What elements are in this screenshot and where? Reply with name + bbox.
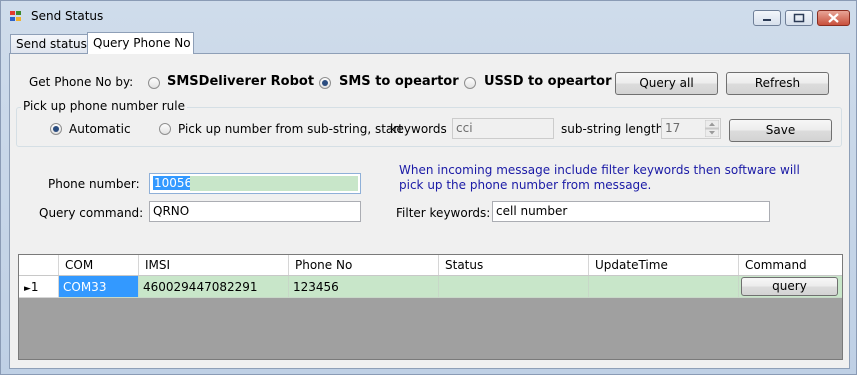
close-icon: [828, 13, 839, 23]
sub-string-length-label: sub-string length: [561, 122, 664, 136]
maximize-icon: [793, 13, 805, 23]
column-update-time[interactable]: UpdateTime: [589, 255, 739, 275]
window-title: Send Status: [31, 9, 104, 23]
row-index: 1: [30, 280, 39, 294]
radio-substring[interactable]: [159, 123, 171, 135]
cell-imsi[interactable]: 460029447082291: [139, 276, 289, 298]
keywords-label: keywords: [390, 122, 447, 136]
query-button[interactable]: query: [741, 277, 838, 296]
close-button[interactable]: [817, 10, 850, 26]
radio-ussd-to-operator-label[interactable]: USSD to opeartor: [484, 74, 611, 89]
grid-row-header-corner: [19, 255, 59, 275]
radio-substring-label[interactable]: Pick up number from sub-string, start: [178, 122, 403, 136]
save-button[interactable]: Save: [729, 119, 832, 142]
tab-send-status[interactable]: Send status: [10, 34, 89, 53]
radio-automatic-label[interactable]: Automatic: [69, 122, 131, 136]
phone-number-field[interactable]: 10056: [149, 173, 361, 194]
column-imsi[interactable]: IMSI: [139, 255, 289, 275]
status-grid[interactable]: COM IMSI Phone No Status UpdateTime Comm…: [18, 254, 843, 360]
sub-string-length-value: 17: [665, 121, 681, 135]
pickup-rule-group-label: Pick up phone number rule: [21, 99, 187, 113]
app-icon: [10, 11, 22, 22]
column-status[interactable]: Status: [439, 255, 589, 275]
cell-command: query: [739, 276, 842, 298]
filter-keywords-label: Filter keywords:: [396, 206, 491, 220]
query-phone-panel: Get Phone No by: SMSDeliverer Robot SMS …: [9, 53, 850, 369]
radio-smsdeliverer-robot[interactable]: [148, 77, 160, 89]
title-bar[interactable]: Send Status: [1, 1, 856, 29]
cell-update-time[interactable]: [589, 276, 739, 298]
filter-keywords-field[interactable]: cell number: [492, 201, 770, 222]
row-header[interactable]: ►1: [19, 276, 59, 298]
radio-sms-to-operator-label[interactable]: SMS to opeartor: [339, 74, 459, 89]
table-row[interactable]: ►1 COM33 460029447082291 123456 query: [19, 276, 842, 298]
stepper-arrows-icon[interactable]: [705, 120, 719, 137]
maximize-button[interactable]: [785, 10, 813, 26]
tab-query-phone-no[interactable]: Query Phone No: [87, 32, 194, 54]
radio-sms-to-operator[interactable]: [319, 77, 331, 89]
refresh-button[interactable]: Refresh: [726, 72, 829, 95]
sub-string-length-stepper[interactable]: 17: [661, 118, 721, 139]
current-row-arrow-icon: ►: [24, 284, 31, 294]
phone-number-highlight: [190, 176, 358, 191]
query-all-button[interactable]: Query all: [615, 72, 718, 95]
send-status-window: Send Status Send status Query Phone No G…: [0, 0, 857, 375]
phone-number-value: 10056: [153, 176, 194, 190]
grid-header: COM IMSI Phone No Status UpdateTime Comm…: [19, 255, 842, 276]
query-command-label: Query command:: [39, 206, 144, 220]
column-phone-no[interactable]: Phone No: [289, 255, 439, 275]
minimize-icon: [763, 19, 771, 21]
cell-status[interactable]: [439, 276, 589, 298]
get-phone-label: Get Phone No by:: [29, 75, 134, 89]
phone-number-label: Phone number:: [48, 177, 140, 191]
minimize-button[interactable]: [753, 10, 781, 26]
column-command[interactable]: Command: [739, 255, 842, 275]
radio-ussd-to-operator[interactable]: [464, 77, 476, 89]
radio-automatic[interactable]: [50, 123, 62, 135]
query-command-field[interactable]: QRNO: [149, 201, 361, 222]
cell-phone-no[interactable]: 123456: [289, 276, 439, 298]
keywords-input[interactable]: cci: [452, 118, 554, 139]
column-com[interactable]: COM: [59, 255, 139, 275]
info-text: When incoming message include filter key…: [399, 163, 800, 192]
cell-com[interactable]: COM33: [59, 276, 139, 298]
radio-smsdeliverer-robot-label[interactable]: SMSDeliverer Robot: [167, 74, 314, 89]
